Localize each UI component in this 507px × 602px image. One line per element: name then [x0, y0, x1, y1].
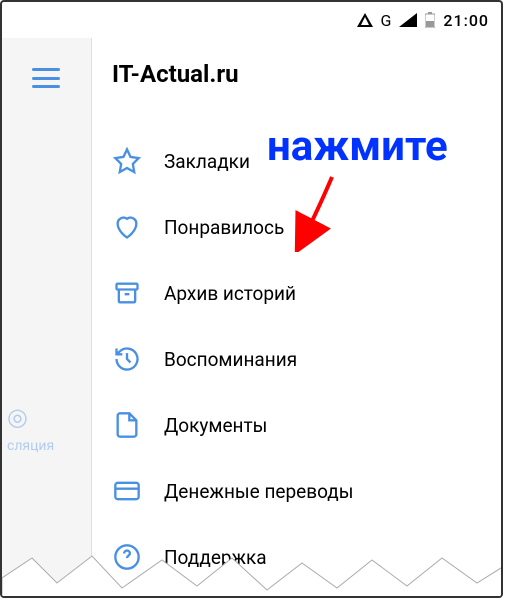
menu-item-label: Документы [164, 414, 267, 437]
menu-item-label: Денежные переводы [164, 480, 353, 503]
menu-item-label: Понравилось [164, 216, 284, 239]
status-bar: G 21:00 [2, 2, 501, 38]
menu-item-memories[interactable]: Воспоминания [92, 326, 501, 392]
annotation-text: нажмите [267, 122, 448, 171]
faded-label: сляция [7, 438, 54, 454]
panel-title: IT-Actual.ru [92, 60, 501, 88]
menu-item-label: Воспоминания [164, 348, 297, 371]
menu-item-documents[interactable]: Документы [92, 392, 501, 458]
menu-item-label: Архив историй [164, 282, 296, 305]
vpn-icon [357, 13, 373, 27]
menu-item-money[interactable]: Денежные переводы [92, 458, 501, 524]
menu-icon[interactable] [32, 68, 60, 88]
archive-icon [112, 278, 142, 308]
document-icon [112, 410, 142, 440]
menu-item-archive[interactable]: Архив историй [92, 260, 501, 326]
menu-item-label: Закладки [164, 150, 250, 173]
annotation-arrow [292, 172, 352, 252]
history-icon [112, 344, 142, 374]
target-icon: ◎ [7, 403, 28, 431]
torn-edge-decoration [2, 548, 501, 598]
clock: 21:00 [443, 11, 489, 30]
background-panel: ◎ сляция [2, 38, 92, 596]
battery-icon [425, 12, 435, 28]
star-icon [112, 146, 142, 176]
heart-icon [112, 212, 142, 242]
network-type: G [381, 11, 392, 30]
signal-icon [399, 13, 417, 27]
card-icon [112, 476, 142, 506]
